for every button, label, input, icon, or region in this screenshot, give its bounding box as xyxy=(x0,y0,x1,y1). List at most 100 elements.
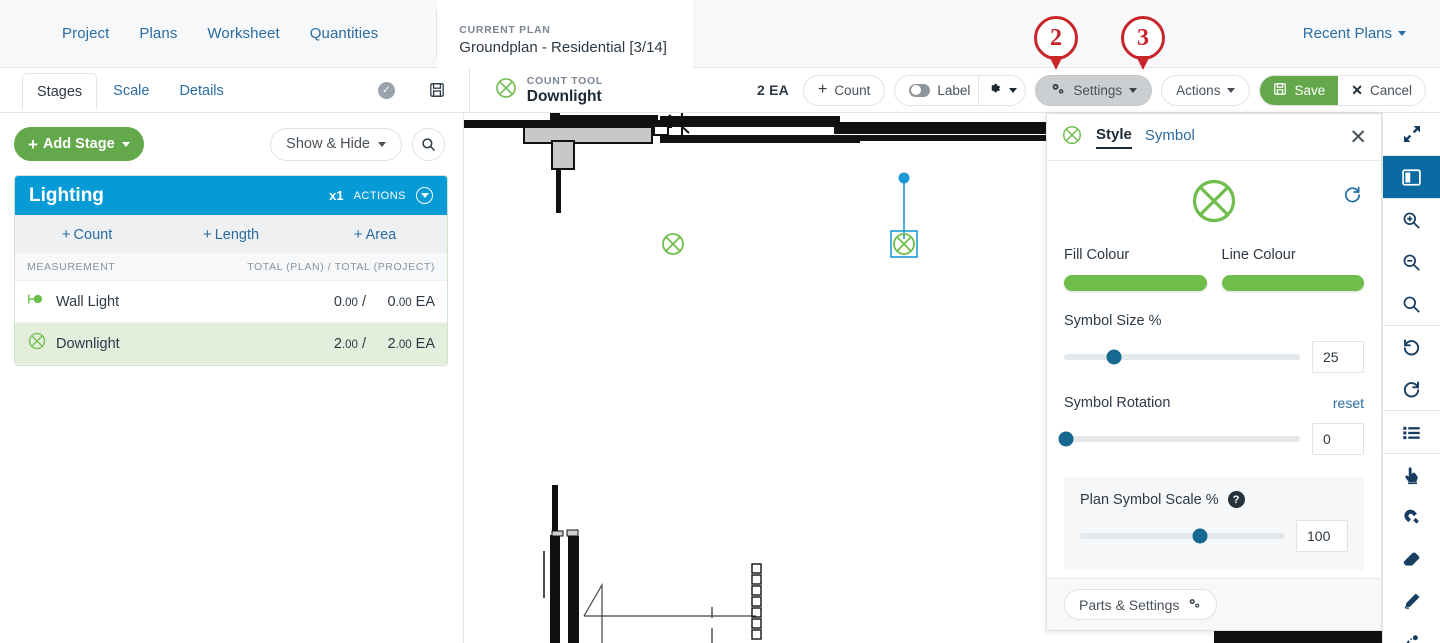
project-total: 0.00 EA xyxy=(387,293,435,310)
count-tool-caption: COUNT TOOL xyxy=(526,74,603,87)
nav-plans[interactable]: Plans xyxy=(139,25,177,42)
add-count-button[interactable]: + Count xyxy=(15,226,159,243)
add-area-button[interactable]: + Area xyxy=(303,226,447,243)
save-button[interactable]: Save xyxy=(1260,75,1339,105)
symbol-size-input[interactable]: 25 xyxy=(1312,341,1364,373)
chevron-down-icon xyxy=(1227,87,1236,93)
chevron-down-icon[interactable] xyxy=(1009,87,1018,93)
actions-button[interactable]: Actions xyxy=(1161,74,1251,106)
fill-colour-control: Fill Colour xyxy=(1064,247,1207,291)
rail-group-list xyxy=(1383,411,1440,454)
symbol-size-slider-row: 25 xyxy=(1064,341,1364,373)
count-button[interactable]: + Count xyxy=(802,74,886,106)
eraser-icon[interactable] xyxy=(1383,538,1440,580)
symbol-rotation-control: Symbol Rotation reset 0 xyxy=(1058,395,1364,455)
tab-stages[interactable]: Stages xyxy=(22,72,98,110)
primary-nav-links: Project Plans Worksheet Quantities xyxy=(0,0,378,68)
plan-symbol-scale-slider[interactable] xyxy=(1080,528,1284,544)
quantity-readout: 2 EA xyxy=(757,82,789,98)
measurement-values: 2.00 / 2.00 EA xyxy=(302,336,435,352)
plan-symbol-scale-header: Plan Symbol Scale % ? xyxy=(1080,491,1348,508)
plan-symbol-scale-control: Plan Symbol Scale % ? 100 xyxy=(1064,477,1364,570)
stage-actions-label[interactable]: ACTIONS xyxy=(354,190,406,202)
chevron-down-circle-icon[interactable] xyxy=(416,187,433,204)
pointer-hand-icon[interactable] xyxy=(1383,454,1440,496)
label-toggle-label: Label xyxy=(937,82,971,98)
stage-card-lighting: Lighting x1 ACTIONS + Count + Length + Area xyxy=(14,175,448,366)
cancel-button[interactable]: ✕ Cancel xyxy=(1338,75,1425,105)
magnet-icon[interactable] xyxy=(1383,496,1440,538)
split-view-icon[interactable] xyxy=(1383,156,1440,198)
close-icon[interactable]: ✕ xyxy=(1349,127,1367,148)
label-toggle-group[interactable]: Label xyxy=(894,74,1027,106)
symbol-size-slider[interactable] xyxy=(1064,349,1300,365)
slider-thumb[interactable] xyxy=(1106,349,1122,365)
rail-group-view xyxy=(1383,113,1440,156)
fill-colour-swatch[interactable] xyxy=(1064,275,1207,291)
search-icon xyxy=(422,137,436,151)
measurement-values: 0.00 / 0.00 EA xyxy=(302,294,435,310)
symbol-rotation-label: Symbol Rotation xyxy=(1064,395,1171,411)
tab-details[interactable]: Details xyxy=(165,73,237,108)
colour-controls: Fill Colour Line Colour xyxy=(1064,247,1364,291)
nav-worksheet[interactable]: Worksheet xyxy=(207,25,279,42)
chevron-down-icon xyxy=(1398,31,1406,36)
recent-plans-dropdown[interactable]: Recent Plans xyxy=(1303,25,1406,42)
polyline-icon[interactable] xyxy=(1383,622,1440,643)
symbol-rotation-slider[interactable] xyxy=(1058,431,1300,447)
actions-button-label: Actions xyxy=(1176,82,1221,98)
add-stage-button[interactable]: + Add Stage xyxy=(14,127,144,161)
zoom-in-icon[interactable] xyxy=(1383,199,1440,241)
show-hide-label: Show & Hide xyxy=(286,136,370,152)
fill-colour-label: Fill Colour xyxy=(1064,247,1130,263)
toggle-switch-icon[interactable] xyxy=(909,83,931,97)
stage-header-right: x1 ACTIONS xyxy=(329,187,433,204)
table-row[interactable]: Downlight 2.00 / 2.00 EA xyxy=(15,323,447,365)
project-total: 2.00 EA xyxy=(387,335,435,352)
symbol-rotation-input[interactable]: 0 xyxy=(1312,423,1364,455)
settings-button[interactable]: Settings xyxy=(1035,74,1153,106)
line-colour-swatch[interactable] xyxy=(1221,275,1364,291)
add-length-button[interactable]: + Length xyxy=(159,226,303,243)
pencil-icon[interactable] xyxy=(1383,580,1440,622)
table-row[interactable]: Wall Light 0.00 / 0.00 EA xyxy=(15,281,447,323)
stage-header[interactable]: Lighting x1 ACTIONS xyxy=(15,176,447,215)
column-totals: TOTAL (PLAN) / TOTAL (PROJECT) xyxy=(247,260,435,273)
measurement-name: Wall Light xyxy=(56,293,120,310)
symbol-preview-row xyxy=(1064,175,1364,237)
nav-project[interactable]: Project xyxy=(62,25,109,42)
current-plan-indicator[interactable]: CURRENT PLAN Groundplan - Residential [3… xyxy=(437,0,693,68)
zoom-out-icon[interactable] xyxy=(1383,241,1440,283)
search-button[interactable] xyxy=(412,127,445,161)
expand-icon[interactable] xyxy=(1383,113,1440,155)
plan-symbol-scale-input[interactable]: 100 xyxy=(1296,520,1348,552)
tab-symbol[interactable]: Symbol xyxy=(1145,127,1195,148)
stages-panel: + Add Stage Show & Hide Lighting x1 ACTI… xyxy=(0,113,464,643)
search-zoom-icon[interactable] xyxy=(1383,283,1440,325)
rail-group-tools xyxy=(1383,454,1440,643)
chevron-down-icon xyxy=(1129,87,1138,93)
show-hide-dropdown[interactable]: Show & Hide xyxy=(270,127,402,161)
floppy-save-icon[interactable] xyxy=(429,82,445,98)
check-circle-icon[interactable]: ✓ xyxy=(377,81,395,99)
plus-icon: + xyxy=(353,225,363,243)
parts-settings-label: Parts & Settings xyxy=(1079,596,1180,613)
slider-thumb[interactable] xyxy=(1192,528,1208,544)
nav-quantities[interactable]: Quantities xyxy=(310,25,379,42)
undo-icon[interactable] xyxy=(1383,326,1440,368)
rail-group-zoom xyxy=(1383,199,1440,326)
parts-and-settings-button[interactable]: Parts & Settings xyxy=(1064,589,1218,620)
help-icon[interactable]: ? xyxy=(1227,491,1245,508)
plus-icon: + xyxy=(28,134,38,154)
tab-scale[interactable]: Scale xyxy=(99,73,163,108)
plus-icon: + xyxy=(202,225,212,243)
measurement-name: Downlight xyxy=(56,335,120,352)
gear-icon[interactable] xyxy=(987,81,1002,99)
tab-style[interactable]: Style xyxy=(1096,126,1132,149)
reset-rotation-link[interactable]: reset xyxy=(1333,395,1364,411)
save-button-label: Save xyxy=(1294,82,1326,98)
slider-thumb[interactable] xyxy=(1058,431,1074,447)
list-icon[interactable] xyxy=(1383,411,1440,453)
refresh-icon[interactable] xyxy=(1343,185,1362,209)
redo-icon[interactable] xyxy=(1383,368,1440,410)
